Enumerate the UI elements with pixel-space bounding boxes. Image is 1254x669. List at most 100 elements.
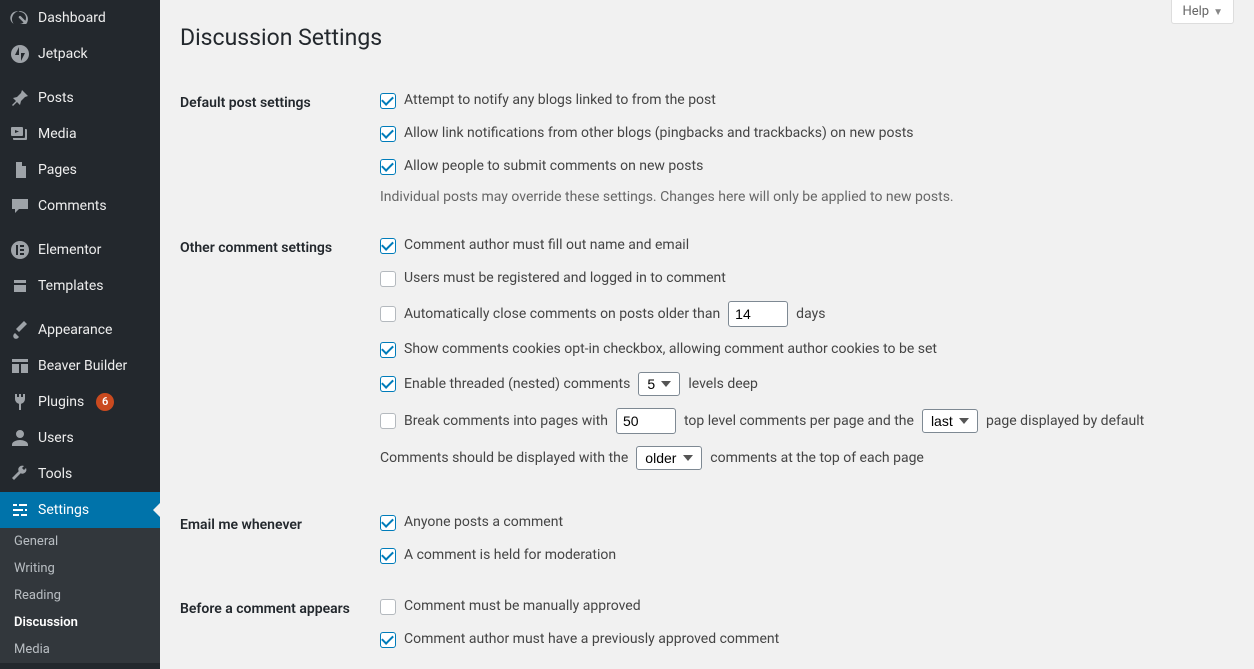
sidebar-item-dashboard[interactable]: Dashboard [0,0,160,36]
checkbox-allow-comments[interactable] [380,159,396,175]
option-label: Allow link notifications from other blog… [404,123,914,144]
option-label: Automatically close comments on posts ol… [404,304,720,325]
help-label: Help [1182,4,1209,19]
settings-submenu-media[interactable]: Media [0,636,160,663]
sidebar-item-label: Settings [38,502,89,518]
option-manual-approve[interactable]: Comment must be manually approved [380,596,1224,617]
checkbox-email-on-comment[interactable] [380,515,396,531]
sliders-icon [10,500,30,520]
submenu-label: Reading [14,588,61,603]
chevron-down-icon: ▼ [1213,7,1223,18]
sidebar-item-comments[interactable]: Comments [0,188,160,224]
option-label-suffix: levels deep [688,374,758,395]
admin-sidebar: Dashboard Jetpack Posts Media Pages Comm… [0,0,160,669]
sidebar-item-label: Templates [38,278,104,294]
help-tab[interactable]: Help ▼ [1171,0,1234,24]
layout-icon [10,356,30,376]
plugins-update-badge: 6 [96,393,114,411]
sidebar-item-pages[interactable]: Pages [0,152,160,188]
option-email-on-moderation[interactable]: A comment is held for moderation [380,545,1224,566]
page-title: Discussion Settings [180,24,1234,51]
settings-submenu-writing[interactable]: Writing [0,555,160,582]
option-label: Attempt to notify any blogs linked to fr… [404,90,716,111]
sidebar-item-label: Tools [38,466,72,482]
option-label-suffix: page displayed by default [986,411,1144,432]
option-threaded-comments[interactable]: Enable threaded (nested) comments 5 leve… [380,372,1224,396]
input-close-days[interactable] [728,301,788,327]
checkbox-require-name-email[interactable] [380,238,396,254]
sidebar-item-settings[interactable]: Settings [0,492,160,528]
option-label-suffix: days [796,304,825,325]
sidebar-item-plugins[interactable]: Plugins 6 [0,384,160,420]
pages-icon [10,160,30,180]
section-heading-email: Email me whenever [180,497,380,581]
select-thread-depth[interactable]: 5 [638,372,680,396]
option-comment-order: Comments should be displayed with the ol… [380,446,1224,470]
checkbox-require-registration[interactable] [380,271,396,287]
sidebar-item-media[interactable]: Media [0,116,160,152]
option-require-name-email[interactable]: Comment author must fill out name and em… [380,235,1224,256]
option-notify-linked-blogs[interactable]: Attempt to notify any blogs linked to fr… [380,90,1224,111]
input-comments-per-page[interactable] [616,408,676,434]
checkbox-auto-close-comments[interactable] [380,306,396,322]
checkbox-threaded-comments[interactable] [380,376,396,392]
option-label: Users must be registered and logged in t… [404,268,726,289]
pin-icon [10,88,30,108]
sidebar-item-label: Pages [38,162,77,178]
sidebar-item-posts[interactable]: Posts [0,80,160,116]
option-auto-close-comments[interactable]: Automatically close comments on posts ol… [380,301,1224,327]
media-icon [10,124,30,144]
option-label: Break comments into pages with [404,411,608,432]
comments-icon [10,196,30,216]
option-label-mid: top level comments per page and the [684,411,914,432]
checkbox-notify-linked-blogs[interactable] [380,93,396,109]
checkbox-cookies-optin[interactable] [380,342,396,358]
checkbox-allow-pingbacks[interactable] [380,126,396,142]
select-default-page[interactable]: last [922,409,978,433]
option-label: Enable threaded (nested) comments [404,374,630,395]
option-label: A comment is held for moderation [404,545,616,566]
option-label: Comment author must fill out name and em… [404,235,689,256]
settings-submenu-general[interactable]: General [0,528,160,555]
option-label: Anyone posts a comment [404,512,563,533]
sidebar-item-label: Dashboard [38,10,106,26]
sidebar-item-beaver-builder[interactable]: Beaver Builder [0,348,160,384]
jetpack-icon [10,44,30,64]
sidebar-item-label: Users [38,430,74,446]
section-heading-default: Default post settings [180,75,380,220]
sidebar-item-jetpack[interactable]: Jetpack [0,36,160,72]
plugin-icon [10,392,30,412]
sidebar-item-tools[interactable]: Tools [0,456,160,492]
sidebar-item-templates[interactable]: Templates [0,268,160,304]
templates-icon [10,276,30,296]
option-cookies-optin[interactable]: Show comments cookies opt-in checkbox, a… [380,339,1224,360]
select-comment-order[interactable]: older [636,446,702,470]
sidebar-item-appearance[interactable]: Appearance [0,312,160,348]
brush-icon [10,320,30,340]
dashboard-icon [10,8,30,28]
option-label: Allow people to submit comments on new p… [404,156,703,177]
option-paginate-comments[interactable]: Break comments into pages with top level… [380,408,1224,434]
sidebar-item-users[interactable]: Users [0,420,160,456]
option-label-suffix: comments at the top of each page [710,448,924,469]
option-allow-pingbacks[interactable]: Allow link notifications from other blog… [380,123,1224,144]
checkbox-previously-approved[interactable] [380,632,396,648]
submenu-label: General [14,534,58,549]
checkbox-email-on-moderation[interactable] [380,548,396,564]
submenu-label: Media [14,642,50,657]
content-area: Help ▼ Discussion Settings Default post s… [160,0,1254,669]
settings-submenu-reading[interactable]: Reading [0,582,160,609]
section-heading-before: Before a comment appears [180,581,380,665]
option-email-on-comment[interactable]: Anyone posts a comment [380,512,1224,533]
option-previously-approved[interactable]: Comment author must have a previously ap… [380,629,1224,650]
option-label: Comment author must have a previously ap… [404,629,779,650]
wrench-icon [10,464,30,484]
option-require-registration[interactable]: Users must be registered and logged in t… [380,268,1224,289]
checkbox-manual-approve[interactable] [380,599,396,615]
default-settings-note: Individual posts may override these sett… [380,189,1224,205]
sidebar-item-label: Appearance [38,322,112,338]
option-allow-comments[interactable]: Allow people to submit comments on new p… [380,156,1224,177]
settings-submenu-discussion[interactable]: Discussion [0,609,160,636]
sidebar-item-elementor[interactable]: Elementor [0,232,160,268]
checkbox-paginate-comments[interactable] [380,413,396,429]
